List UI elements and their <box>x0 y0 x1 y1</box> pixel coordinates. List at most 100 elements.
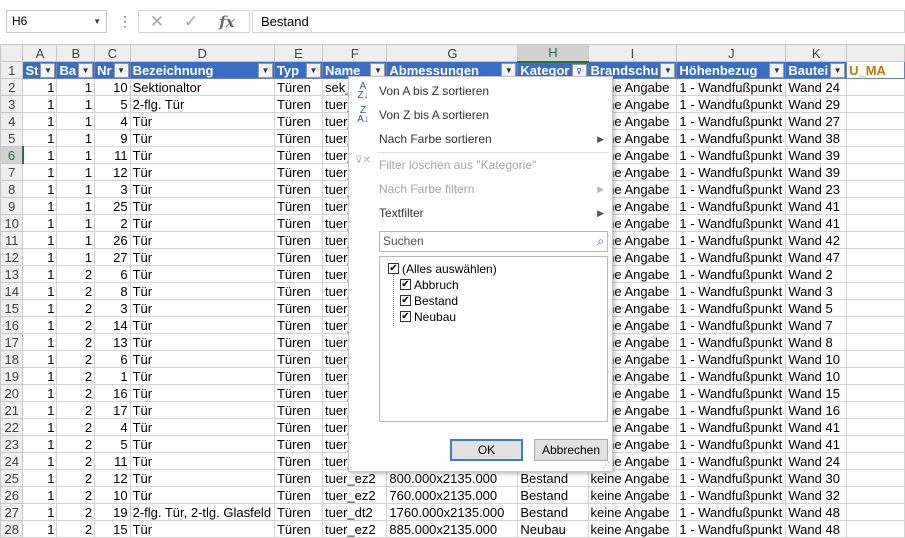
table-cell[interactable]: Tür <box>129 231 275 249</box>
table-cell[interactable]: 1 <box>56 248 96 266</box>
row-header[interactable]: 18 <box>0 350 24 368</box>
table-cell[interactable]: Neubau <box>517 520 589 538</box>
table-cell[interactable]: 9 <box>94 129 131 147</box>
table-cell[interactable]: 1 <box>22 197 58 215</box>
table-cell[interactable]: 1 <box>22 129 58 147</box>
table-cell[interactable]: Wand 39 <box>785 146 848 164</box>
table-cell[interactable]: 11 <box>94 146 131 164</box>
filter-dropdown-icon[interactable]: ▼ <box>306 63 321 78</box>
row-header[interactable]: 21 <box>0 401 24 419</box>
table-cell[interactable]: 6 <box>94 350 131 368</box>
row-header[interactable]: 1 <box>0 61 24 79</box>
row-header[interactable]: 12 <box>0 248 24 266</box>
table-cell[interactable]: Türen <box>273 486 324 504</box>
row-header[interactable]: 22 <box>0 418 24 436</box>
table-cell[interactable]: 1 - Wandfußpunkt <box>676 112 787 130</box>
table-cell[interactable]: 5 <box>94 95 131 113</box>
table-cell[interactable]: 1 <box>22 180 58 198</box>
table-cell[interactable] <box>846 180 905 198</box>
column-header[interactable]: G <box>386 44 519 62</box>
table-cell[interactable]: 1 - Wandfußpunkt <box>676 248 787 266</box>
table-cell[interactable]: 1 - Wandfußpunkt <box>676 265 787 283</box>
table-cell[interactable]: Tür <box>129 333 275 351</box>
table-cell[interactable]: 1 - Wandfußpunkt <box>676 350 787 368</box>
table-cell[interactable]: 11 <box>94 452 131 470</box>
checkbox-neubau[interactable]: ✔ Neubau <box>400 309 456 325</box>
checkbox-icon[interactable]: ✔ <box>400 279 411 290</box>
checkbox-icon[interactable]: ✔ <box>388 263 399 274</box>
table-cell[interactable]: 1 <box>22 299 58 317</box>
table-cell[interactable]: 1 <box>22 350 58 368</box>
table-cell[interactable]: 1 - Wandfußpunkt <box>676 435 787 453</box>
row-header[interactable]: 19 <box>0 367 24 385</box>
table-cell[interactable]: 2 <box>56 265 96 283</box>
filter-dropdown-icon[interactable]: ▼ <box>257 63 273 78</box>
row-header[interactable]: 10 <box>0 214 24 232</box>
table-cell[interactable]: 2 <box>56 316 96 334</box>
table-header-cell[interactable]: Höhenbezug ▼ <box>676 61 787 79</box>
table-cell[interactable]: 1 - Wandfußpunkt <box>676 401 787 419</box>
row-header[interactable]: 3 <box>0 95 24 113</box>
select-all-corner[interactable] <box>0 44 24 62</box>
table-cell[interactable]: 1 <box>56 112 96 130</box>
table-cell[interactable]: Wand 10 <box>785 350 848 368</box>
table-cell[interactable]: 14 <box>94 316 131 334</box>
table-cell[interactable] <box>846 333 905 351</box>
table-header-cell[interactable]: Ba ▼ <box>56 61 96 79</box>
row-header[interactable]: 15 <box>0 299 24 317</box>
table-cell[interactable]: Wand 48 <box>785 520 848 538</box>
table-cell[interactable]: 1 - Wandfußpunkt <box>676 469 787 487</box>
table-cell[interactable]: 1 <box>56 197 96 215</box>
table-cell[interactable]: Türen <box>273 146 324 164</box>
table-cell[interactable] <box>846 231 905 249</box>
checkbox-icon[interactable]: ✔ <box>400 311 411 322</box>
table-cell[interactable]: 1 <box>22 146 58 164</box>
table-cell[interactable]: 1 - Wandfußpunkt <box>676 384 787 402</box>
row-header[interactable]: 16 <box>0 316 24 334</box>
table-cell[interactable]: Türen <box>273 214 324 232</box>
table-cell[interactable]: keine Angabe <box>587 503 678 521</box>
table-cell[interactable]: Tür <box>129 197 275 215</box>
table-cell[interactable]: 1 <box>22 316 58 334</box>
table-cell[interactable]: 25 <box>94 197 131 215</box>
table-cell[interactable]: 10 <box>94 486 131 504</box>
table-cell[interactable]: 1 <box>22 214 58 232</box>
table-header-cell[interactable]: St ▼ <box>22 61 58 79</box>
table-cell[interactable]: 1760.000x2135.000 <box>386 503 519 521</box>
column-header[interactable]: F <box>321 44 388 62</box>
table-cell[interactable]: Türen <box>273 197 324 215</box>
resize-grip-icon[interactable]: ⋰ <box>602 461 610 470</box>
table-cell[interactable]: Türen <box>273 350 324 368</box>
table-cell[interactable]: 17 <box>94 401 131 419</box>
table-cell[interactable]: 1 <box>56 78 96 96</box>
table-cell[interactable]: 1 - Wandfußpunkt <box>676 231 787 249</box>
table-cell[interactable] <box>846 384 905 402</box>
filter-dropdown-icon[interactable]: ▼ <box>40 63 56 78</box>
sort-by-color-item[interactable]: Nach Farbe sortieren ▶ <box>349 128 612 150</box>
filter-dropdown-icon[interactable]: ▼ <box>660 63 676 78</box>
table-cell[interactable]: 16 <box>94 384 131 402</box>
table-cell[interactable]: Sektionaltor <box>129 78 275 96</box>
table-cell[interactable]: Wand 47 <box>785 248 848 266</box>
table-cell[interactable]: 4 <box>94 112 131 130</box>
filter-dropdown-icon[interactable]: ▼ <box>113 63 129 78</box>
table-cell[interactable]: Türen <box>273 78 324 96</box>
row-header[interactable]: 25 <box>0 469 24 487</box>
row-header[interactable]: 7 <box>0 163 24 181</box>
table-cell[interactable]: 27 <box>94 248 131 266</box>
row-header[interactable]: 5 <box>0 129 24 147</box>
table-cell[interactable]: tuer_dt2 <box>321 503 388 521</box>
sort-a-z-item[interactable]: A Z↓ Von A bis Z sortieren <box>349 80 612 102</box>
table-cell[interactable]: 2 <box>56 333 96 351</box>
table-cell[interactable]: 800.000x2135.000 <box>386 469 519 487</box>
table-cell[interactable]: Türen <box>273 384 324 402</box>
table-cell[interactable]: 2 <box>56 350 96 368</box>
more-options-icon[interactable]: ⋮ <box>118 11 132 32</box>
filter-dropdown-icon[interactable]: ▼ <box>830 63 846 78</box>
table-cell[interactable]: Tür <box>129 520 275 538</box>
table-cell[interactable]: Tür <box>129 452 275 470</box>
table-cell[interactable]: Türen <box>273 469 324 487</box>
table-cell[interactable] <box>846 435 905 453</box>
table-cell[interactable]: 26 <box>94 231 131 249</box>
table-cell[interactable]: Tür <box>129 486 275 504</box>
